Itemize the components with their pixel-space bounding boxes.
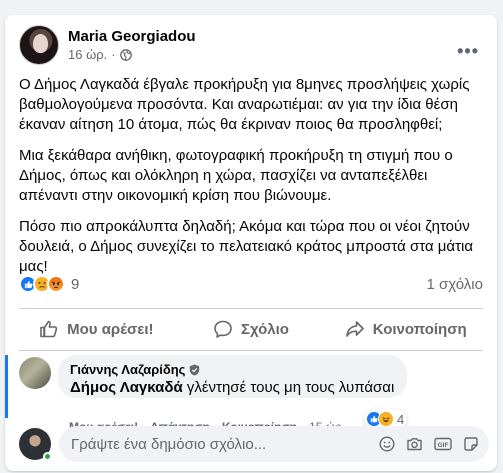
comment-icon	[214, 320, 232, 338]
post-paragraph-2: Μια ξεκάθαρα ανήθικη, φωτογραφική προκήρ…	[19, 147, 453, 204]
like-label: Μου αρέσει!	[67, 320, 154, 338]
post-paragraph-3: Πόσο πιο απροκάλυπτα δηλαδή; Ακόμα και τ…	[19, 218, 474, 275]
composer-icons: GIF	[368, 436, 479, 452]
post-meta: 16 ώρ. ·	[68, 46, 196, 63]
reaction-icons[interactable]: 9	[19, 275, 79, 293]
globe-icon	[119, 48, 132, 61]
commenter-name[interactable]: Γιάννης Λαζαρίδης	[70, 362, 185, 377]
share-button[interactable]: Κοινοποίηση	[328, 311, 483, 347]
post-paragraph-1: Ο Δήμος Λαγκαδά έβγαλε προκήρυξη για 8μη…	[19, 76, 470, 133]
author-name[interactable]: Maria Georgiadou	[68, 27, 196, 46]
online-status-dot	[43, 452, 52, 461]
comment-text: Δήμος Λαγκαδά γλέντησέ τους μη τους λυπά…	[70, 378, 395, 397]
svg-text:GIF: GIF	[438, 442, 449, 449]
comment-input[interactable]	[71, 435, 368, 453]
comment-input-wrapper: GIF	[59, 426, 489, 462]
comments-count[interactable]: 1 σχόλιο	[427, 276, 483, 293]
post-time[interactable]: 16 ώρ.	[68, 46, 107, 63]
post-header: Maria Georgiadou 16 ώρ. ·	[19, 25, 196, 65]
angry-reaction-icon	[47, 275, 65, 293]
comment-thread: Γιάννης Λαζαρίδης Δήμος Λαγκαδά γλέντησέ…	[5, 355, 497, 434]
comment-bubble: Γιάννης Λαζαρίδης Δήμος Λαγκαδά γλέντησέ…	[58, 355, 407, 398]
more-options-icon[interactable]: •••	[457, 41, 479, 62]
divider	[19, 350, 483, 351]
comment-body: γλέντησέ τους μη τους λυπάσαι	[182, 379, 395, 396]
shield-badge-icon	[189, 364, 200, 376]
commenter-name-row: Γιάννης Λαζαρίδης	[70, 362, 395, 377]
like-button[interactable]: Μου αρέσει!	[19, 311, 174, 347]
gif-icon[interactable]: GIF	[434, 436, 452, 452]
meta-separator: ·	[111, 47, 116, 62]
author-avatar[interactable]	[19, 25, 59, 65]
post-card: Maria Georgiadou 16 ώρ. · ••• Ο Δήμος Λα…	[5, 15, 497, 471]
thumbs-up-icon	[40, 320, 58, 338]
post-text: Ο Δήμος Λαγκαδά έβγαλε προκήρυξη για 8μη…	[19, 75, 487, 288]
comment-label: Σχόλιο	[241, 320, 289, 338]
comment-button[interactable]: Σχόλιο	[174, 311, 329, 347]
post-actions: Μου αρέσει! Σχόλιο Κοινοποίηση	[19, 311, 483, 347]
reactions-summary: 9 1 σχόλιο	[19, 273, 483, 295]
share-icon	[345, 321, 364, 337]
sticker-icon[interactable]	[463, 436, 479, 452]
emoji-icon[interactable]	[379, 436, 395, 452]
haha-reaction-icon	[378, 411, 394, 427]
highlight-bar	[5, 355, 8, 418]
share-label: Κοινοποίηση	[372, 320, 467, 338]
comment-composer: GIF	[19, 426, 489, 462]
author-block: Maria Georgiadou 16 ώρ. ·	[68, 27, 196, 63]
comment-reactions-count: 4	[397, 411, 405, 427]
divider	[19, 308, 483, 309]
reactions-count: 9	[71, 275, 80, 293]
mention-link[interactable]: Δήμος Λαγκαδά	[70, 379, 183, 396]
commenter-avatar[interactable]	[19, 357, 51, 389]
camera-icon[interactable]	[406, 436, 423, 452]
